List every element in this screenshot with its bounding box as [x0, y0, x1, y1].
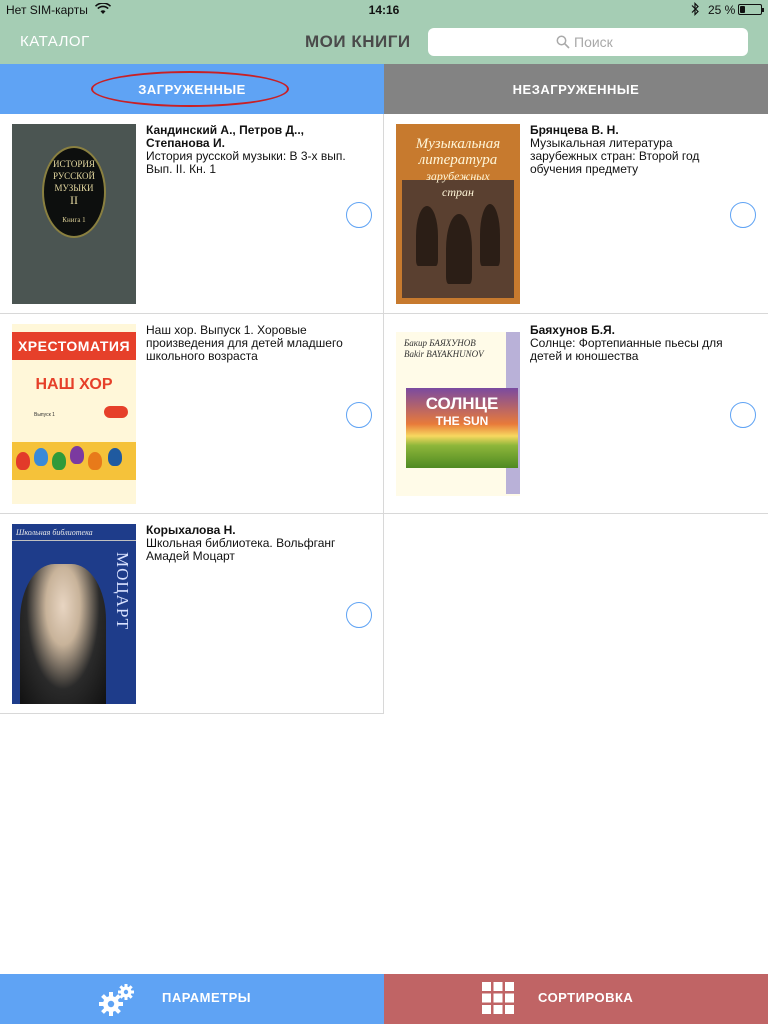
book-card[interactable]: Бакир БАЯХУНОВ Bakir BAYAKHUNOV СОЛНЦЕ T…: [384, 314, 768, 514]
book-info: Баяхунов Б.Я. Солнце: Фортепианные пьесы…: [530, 324, 730, 363]
cover-divider: [12, 540, 136, 541]
tab-bar: ЗАГРУЖЕННЫЕ НЕЗАГРУЖЕННЫЕ: [0, 64, 768, 114]
cover-title: НАШ ХОР: [35, 376, 113, 393]
select-radio[interactable]: [346, 602, 372, 628]
sort-button[interactable]: СОРТИРОВКА: [384, 974, 768, 1024]
book-cover: Музыкальная литература зарубежных стран: [396, 124, 520, 304]
book-cover: ХРЕСТОМАТИЯ НАШ ХОР Выпуск 1: [12, 324, 136, 504]
cover-portrait: [20, 564, 106, 704]
bottom-bar: ПАРАМЕТРЫ СОРТИРОВКА: [0, 974, 768, 1024]
book-cover: Бакир БАЯХУНОВ Bakir BAYAKHUNOV СОЛНЦЕ T…: [396, 332, 520, 496]
cover-line: стран: [442, 185, 474, 199]
bird-shape: [34, 448, 48, 466]
cover-author-line: Бакир БАЯХУНОВ Bakir BAYAKHUNOV: [404, 338, 484, 360]
params-label: ПАРАМЕТРЫ: [162, 990, 251, 1005]
bird-shape: [108, 448, 122, 466]
cover-title: МОЦАРТ: [113, 552, 132, 630]
select-radio[interactable]: [346, 402, 372, 428]
cover-subtitle: Выпуск 1: [34, 412, 55, 418]
page-title: МОИ КНИГИ: [305, 32, 411, 51]
bird-shape: [70, 446, 84, 464]
bird-shape: [16, 452, 30, 470]
cover-line: зарубежных: [426, 169, 490, 183]
cover-line: РУССКОЙ: [53, 171, 95, 181]
cover-title: ИСТОРИЯ РУССКОЙ МУЗЫКИ II: [42, 158, 106, 206]
bluetooth-icon: [691, 2, 699, 16]
cover-illustration: [12, 442, 136, 480]
gears-icon: [99, 984, 134, 1016]
select-radio[interactable]: [346, 202, 372, 228]
book-title: История русской музыки: В 3-х вып. Вып. …: [146, 149, 346, 176]
cover-line: литература: [418, 152, 498, 168]
book-title: Школьная библиотека. Вольфганг Амадей Мо…: [146, 536, 336, 563]
select-radio[interactable]: [730, 202, 756, 228]
cover-title: Музыкальная литература зарубежных стран: [400, 136, 516, 200]
book-title: Музыкальная литература зарубежных стран:…: [530, 136, 700, 176]
grid-icon: [482, 982, 514, 1014]
battery-icon: [738, 4, 764, 15]
cover-subtitle: Книга 1: [62, 216, 86, 224]
select-radio[interactable]: [730, 402, 756, 428]
cover-line: Bakir BAYAKHUNOV: [404, 349, 484, 359]
tab-loaded[interactable]: ЗАГРУЖЕННЫЕ: [0, 64, 384, 114]
sort-label: СОРТИРОВКА: [538, 990, 634, 1005]
book-card[interactable]: ХРЕСТОМАТИЯ НАШ ХОР Выпуск 1 Наш хор. Вы…: [0, 314, 384, 514]
cover-band: ХРЕСТОМАТИЯ: [12, 332, 136, 360]
search-bar[interactable]: [428, 28, 748, 56]
app-screen: Нет SIM-карты 14:16 25 % КАТАЛОГ МОИ КНИ…: [0, 0, 768, 1024]
book-info: Кандинский А., Петров Д.., Степанова И. …: [146, 124, 346, 176]
search-input[interactable]: [574, 32, 734, 52]
status-bar: Нет SIM-карты 14:16 25 %: [0, 0, 768, 20]
cover-figure: [480, 204, 500, 266]
battery-percent: 25 %: [708, 3, 736, 17]
book-card[interactable]: ИСТОРИЯ РУССКОЙ МУЗЫКИ II Книга 1 Кандин…: [0, 114, 384, 314]
book-title: Солнце: Фортепианные пьесы для детей и ю…: [530, 336, 723, 363]
book-info: Наш хор. Выпуск 1. Хоровые произведения …: [146, 324, 346, 363]
cover-figure: [416, 206, 438, 266]
tab-unloaded-label: НЕЗАГРУЖЕННЫЕ: [512, 81, 640, 97]
clock: 14:16: [368, 3, 400, 17]
catalog-button[interactable]: КАТАЛОГ: [20, 33, 90, 50]
cover-title-en: THE SUN: [435, 414, 489, 428]
bird-shape: [52, 452, 66, 470]
bird-shape: [88, 452, 102, 470]
book-info: Корыхалова Н. Школьная библиотека. Вольф…: [146, 524, 346, 563]
book-card[interactable]: Школьная библиотека МОЦАРТ Корыхалова Н.…: [0, 514, 384, 714]
tab-loaded-label: ЗАГРУЖЕННЫЕ: [138, 81, 246, 97]
search-icon: [556, 35, 570, 49]
cover-line: Музыкальная: [415, 136, 501, 152]
book-cover: Школьная библиотека МОЦАРТ: [12, 524, 136, 704]
book-card[interactable]: Музыкальная литература зарубежных стран …: [384, 114, 768, 314]
cover-line: Бакир БАЯХУНОВ: [404, 338, 476, 348]
cover-line: II: [70, 193, 78, 207]
book-title: Наш хор. Выпуск 1. Хоровые произведения …: [146, 323, 343, 363]
params-button[interactable]: ПАРАМЕТРЫ: [0, 974, 384, 1024]
cover-line: ИСТОРИЯ: [53, 159, 95, 169]
book-author: Кандинский А., Петров Д.., Степанова И.: [146, 123, 305, 150]
cover-figure: [446, 214, 472, 284]
cover-title: СОЛНЦЕ: [425, 394, 499, 413]
tab-unloaded[interactable]: НЕЗАГРУЖЕННЫЕ: [384, 64, 768, 114]
book-cover: ИСТОРИЯ РУССКОЙ МУЗЫКИ II Книга 1: [12, 124, 136, 304]
top-bar: Нет SIM-карты 14:16 25 % КАТАЛОГ МОИ КНИ…: [0, 0, 768, 64]
cover-series: Школьная библиотека: [16, 528, 93, 537]
book-info: Брянцева В. Н. Музыкальная литература за…: [530, 124, 730, 176]
